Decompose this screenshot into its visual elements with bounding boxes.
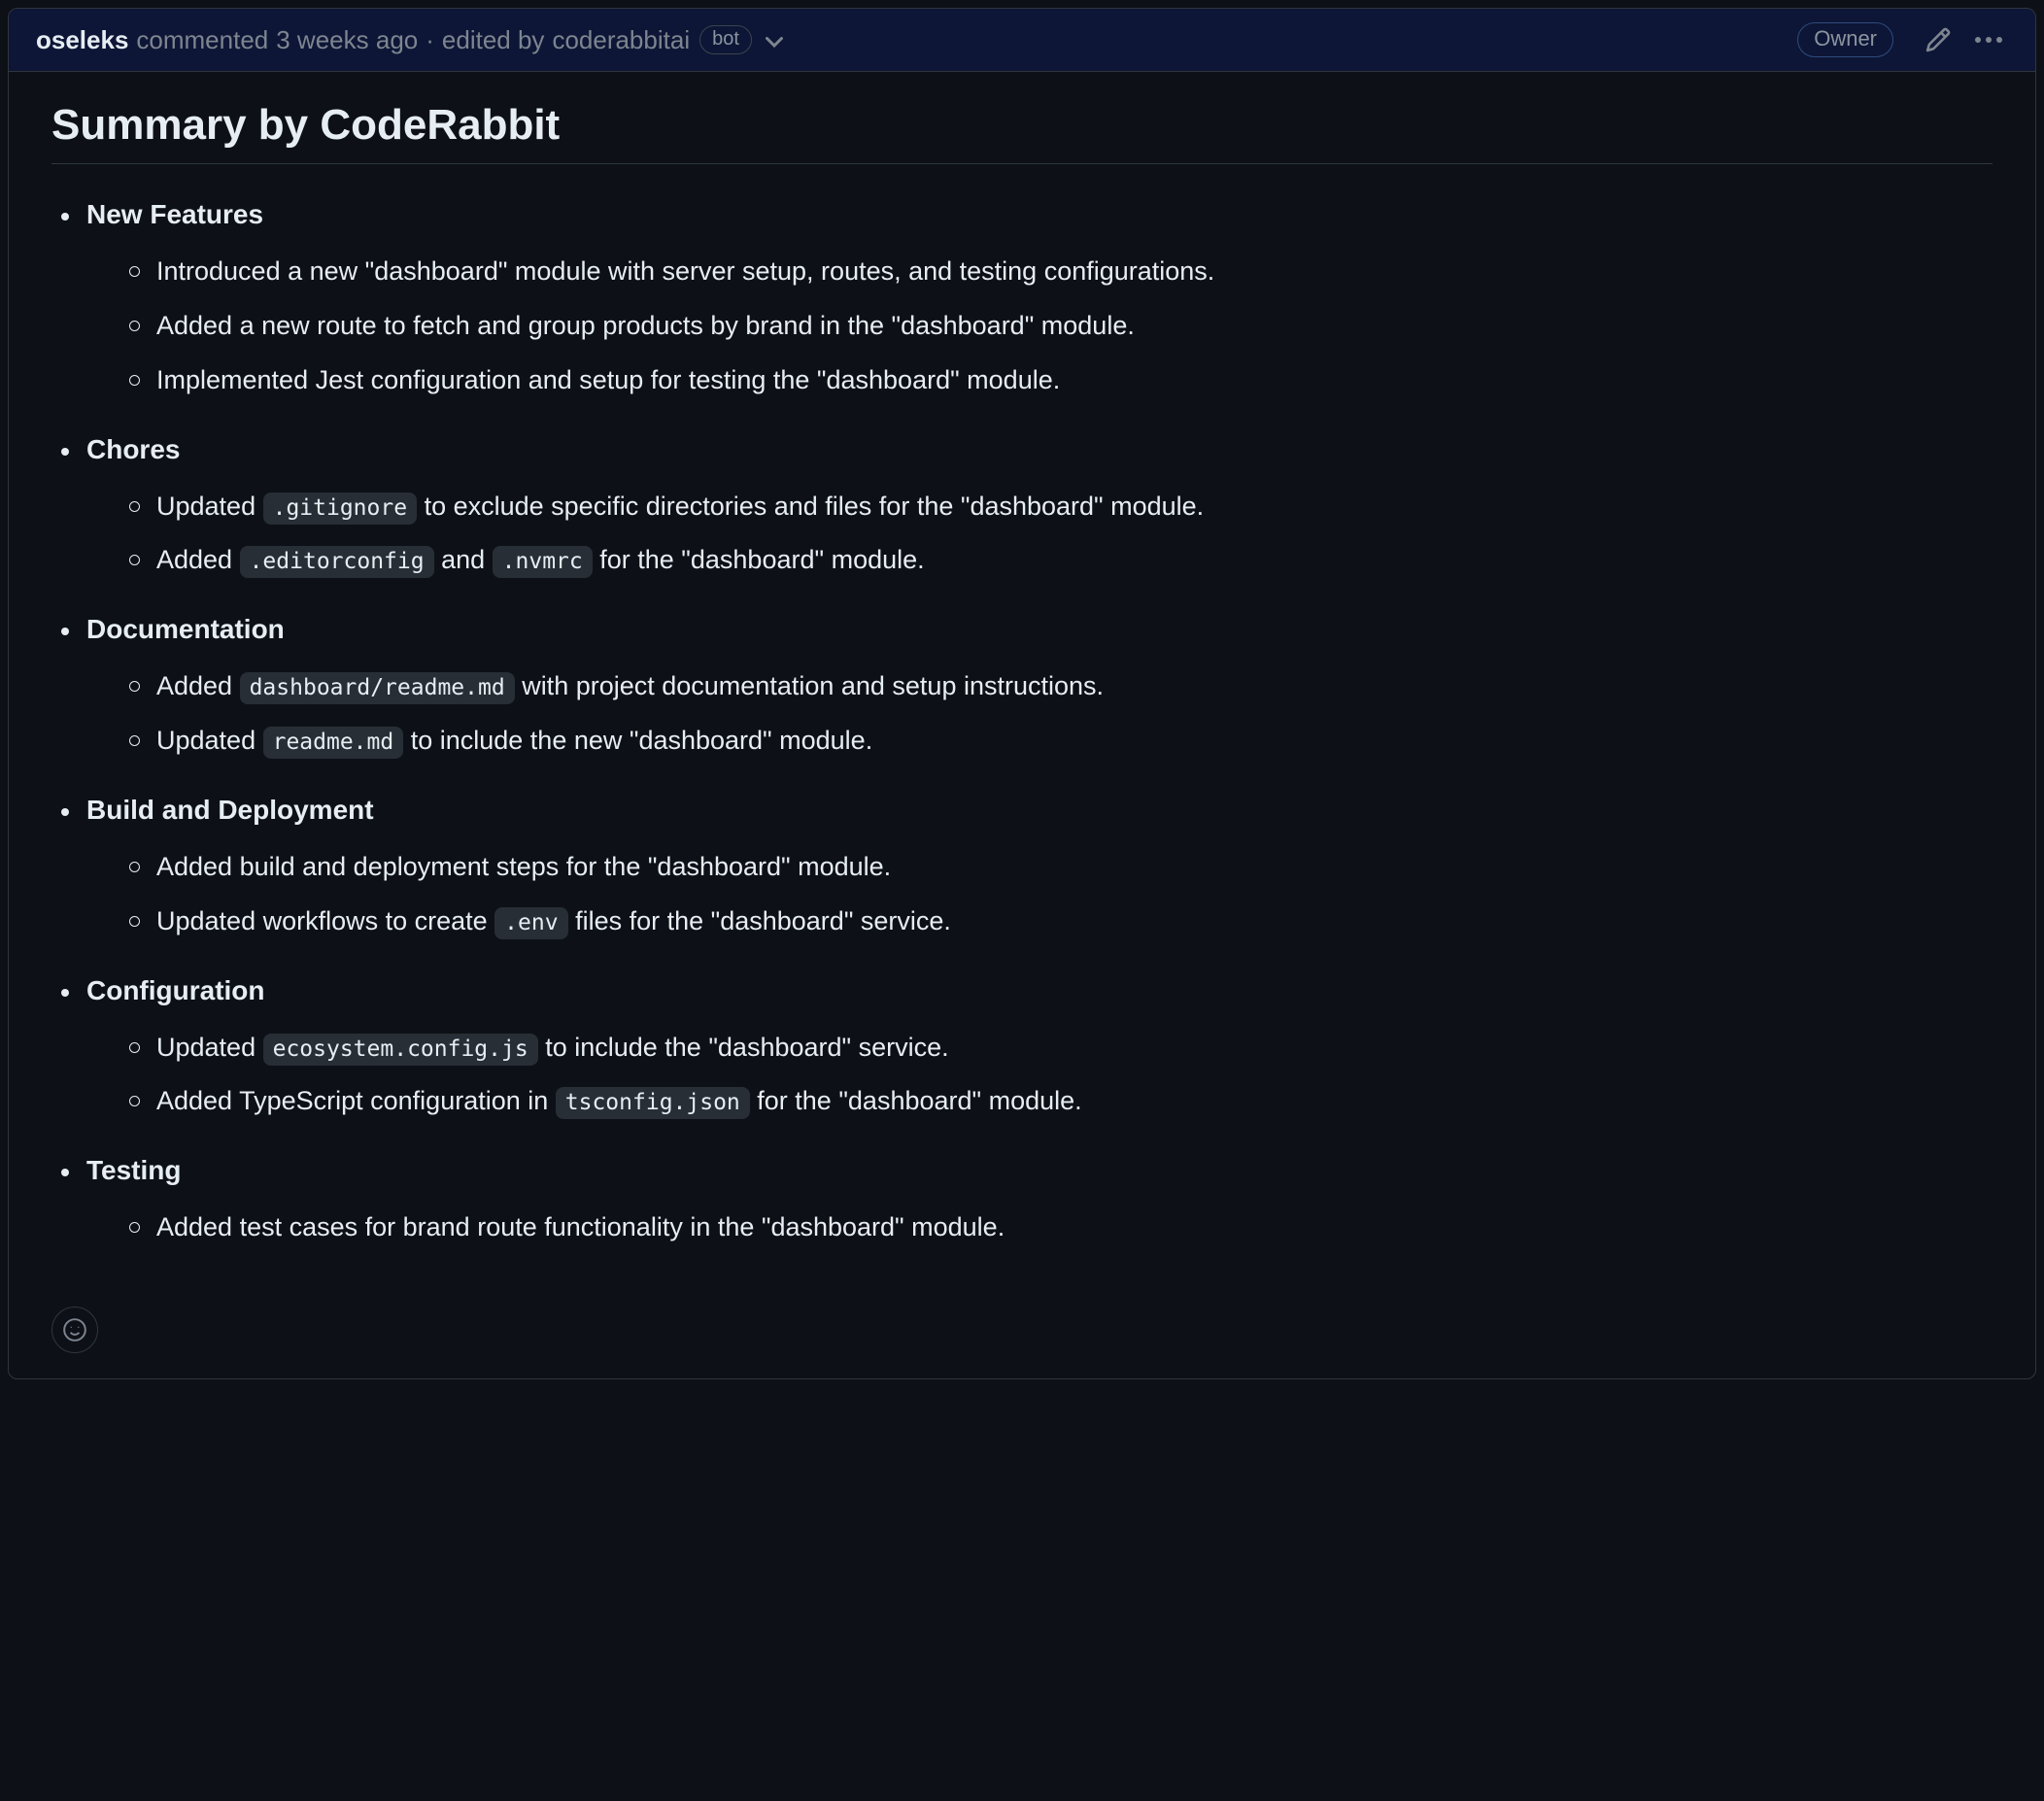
inline-code: .nvmrc [493, 546, 593, 578]
sections-list: New Features Introduced a new "dashboard"… [51, 199, 1993, 1248]
pencil-icon [1925, 26, 1952, 53]
section: Chores Updated .gitignore to exclude spec… [86, 434, 1993, 582]
list-item: Added .editorconfig and .nvmrc for the "… [156, 540, 1993, 581]
owner-badge: Owner [1797, 22, 1893, 57]
more-actions-button[interactable] [1969, 33, 2008, 47]
section: New Features Introduced a new "dashboard"… [86, 199, 1993, 401]
bot-badge: bot [699, 25, 752, 54]
list-item: Introduced a new "dashboard" module with… [156, 252, 1993, 292]
section-items: Updated .gitignore to exclude specific d… [86, 487, 1993, 582]
section-title: Chores [86, 434, 1993, 465]
inline-code: readme.md [263, 727, 404, 759]
comment-body: Summary by CodeRabbit New Features Introd… [9, 72, 2035, 1307]
section-items: Added build and deployment steps for the… [86, 847, 1993, 942]
inline-code: tsconfig.json [556, 1087, 750, 1119]
section-items: Added dashboard/readme.md with project d… [86, 666, 1993, 762]
section: Testing Added test cases for brand route … [86, 1155, 1993, 1248]
section-items: Updated ecosystem.config.js to include t… [86, 1028, 1993, 1123]
author-link[interactable]: oseleks [36, 25, 128, 55]
section-title: Documentation [86, 614, 1993, 645]
list-item: Added dashboard/readme.md with project d… [156, 666, 1993, 707]
separator: · [426, 25, 434, 55]
section-title: New Features [86, 199, 1993, 230]
section-items: Added test cases for brand route functio… [86, 1207, 1993, 1248]
section-title: Configuration [86, 975, 1993, 1006]
inline-code: dashboard/readme.md [240, 672, 515, 704]
inline-code: .editorconfig [240, 546, 434, 578]
list-item: Added test cases for brand route functio… [156, 1207, 1993, 1248]
comment-container: oseleks commented 3 weeks ago · edited b… [8, 8, 2036, 1379]
timestamp-link[interactable]: 3 weeks ago [276, 25, 418, 55]
list-item: Updated .gitignore to exclude specific d… [156, 487, 1993, 527]
section: Documentation Added dashboard/readme.md w… [86, 614, 1993, 762]
list-item: Implemented Jest configuration and setup… [156, 360, 1993, 401]
section-title: Build and Deployment [86, 795, 1993, 826]
section: Build and Deployment Added build and depl… [86, 795, 1993, 942]
add-reaction-button[interactable] [51, 1307, 98, 1353]
editor-link[interactable]: coderabbitai [552, 25, 690, 55]
kebab-icon [1975, 37, 1981, 43]
inline-code: ecosystem.config.js [263, 1034, 538, 1066]
inline-code: .env [494, 907, 567, 939]
commented-label: commented [136, 25, 268, 55]
edit-button[interactable] [1915, 22, 1961, 57]
list-item: Added build and deployment steps for the… [156, 847, 1993, 888]
caret-down-icon [766, 37, 783, 49]
list-item: Updated readme.md to include the new "da… [156, 721, 1993, 762]
smiley-icon [62, 1317, 87, 1342]
comment-header: oseleks commented 3 weeks ago · edited b… [9, 9, 2035, 72]
list-item: Updated workflows to create .env files f… [156, 901, 1993, 942]
section-title: Testing [86, 1155, 1993, 1186]
inline-code: .gitignore [263, 493, 417, 525]
edited-by-label: edited by [442, 25, 545, 55]
edit-history-dropdown[interactable] [760, 25, 789, 55]
reaction-row [9, 1307, 2035, 1378]
list-item: Added a new route to fetch and group pro… [156, 306, 1993, 347]
section-items: Introduced a new "dashboard" module with… [86, 252, 1993, 401]
list-item: Updated ecosystem.config.js to include t… [156, 1028, 1993, 1069]
section: Configuration Updated ecosystem.config.js… [86, 975, 1993, 1123]
summary-title: Summary by CodeRabbit [51, 101, 1993, 164]
list-item: Added TypeScript configuration in tsconf… [156, 1081, 1993, 1122]
